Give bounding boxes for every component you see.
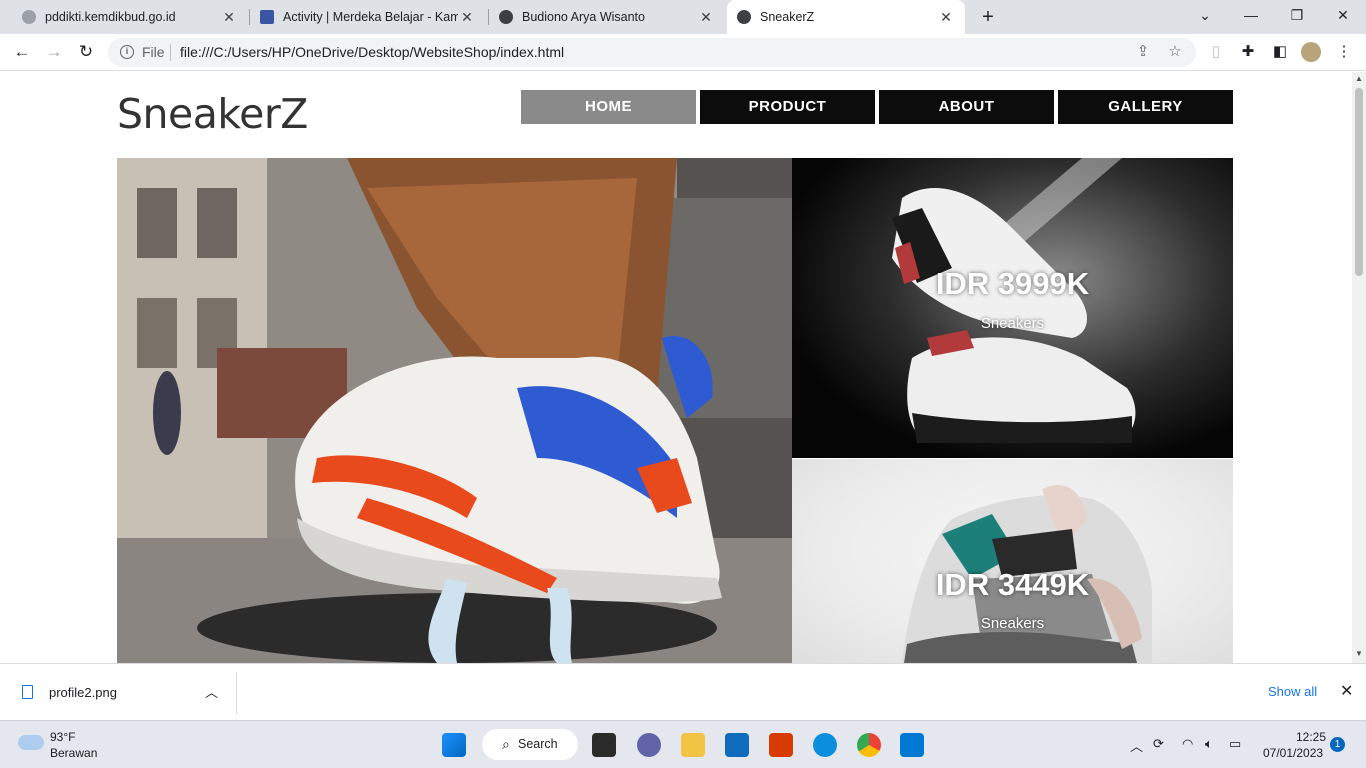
- download-divider: [236, 672, 237, 714]
- product-card[interactable]: IDR 3999K Sneakers: [792, 158, 1233, 458]
- browser-tab-strip: pddikti.kemdikbud.go.id ✕ Activity | Mer…: [0, 0, 1366, 34]
- menu-kebab-icon[interactable]: ⋮: [1334, 42, 1354, 62]
- close-tab-icon[interactable]: ✕: [220, 9, 238, 26]
- windows-taskbar: 93°F Berawan ⌕ Search ︿ ⟳ ◠ 🔈︎ ▭ 12:25 0…: [0, 720, 1366, 768]
- tab-budiono[interactable]: Budiono Arya Wisanto ✕: [489, 0, 725, 34]
- hero-sneaker-illustration: [117, 158, 792, 663]
- site-logo[interactable]: SneakerZ: [117, 90, 308, 138]
- tab-search-chevron-icon[interactable]: ⌄: [1182, 0, 1228, 30]
- back-arrow-icon[interactable]: ←: [10, 40, 34, 64]
- extensions-puzzle-icon[interactable]: ✚: [1238, 42, 1258, 62]
- product-image: [902, 484, 1152, 663]
- product-card[interactable]: IDR 3449K Sneakers: [792, 459, 1233, 663]
- globe-icon: [22, 10, 36, 24]
- close-window-icon[interactable]: ✕: [1320, 0, 1366, 30]
- close-tab-icon[interactable]: ✕: [937, 9, 955, 26]
- tab-sneakerz[interactable]: SneakerZ ✕: [727, 0, 965, 34]
- wifi-icon[interactable]: ◠: [1182, 736, 1193, 752]
- share-icon[interactable]: ⇪: [1134, 43, 1152, 61]
- product-image: [892, 158, 1136, 443]
- chevron-up-icon[interactable]: ︿: [205, 682, 218, 701]
- tab-merdeka-belajar[interactable]: Activity | Merdeka Belajar - Kamp ✕: [250, 0, 486, 34]
- clock-time[interactable]: 12:25: [1296, 730, 1326, 744]
- page-content: SneakerZ HOME PRODUCT ABOUT GALLERY IDR …: [0, 72, 1352, 663]
- address-divider: [170, 44, 171, 61]
- tab-title: pddikti.kemdikbud.go.id: [45, 10, 176, 24]
- site-info-icon[interactable]: i: [120, 45, 134, 59]
- kampus-merdeka-icon: [260, 10, 274, 24]
- edge-icon[interactable]: [813, 733, 837, 757]
- page-scrollbar[interactable]: ▲ ▼: [1352, 72, 1366, 663]
- teams-chat-icon[interactable]: [637, 733, 661, 757]
- cloud-icon[interactable]: [18, 735, 44, 750]
- url-text[interactable]: file:///C:/Users/HP/OneDrive/Desktop/Web…: [180, 44, 564, 60]
- scroll-down-arrow-icon[interactable]: ▼: [1355, 649, 1363, 658]
- weather-condition[interactable]: Berawan: [50, 746, 97, 760]
- side-panel-icon[interactable]: ◧: [1270, 42, 1290, 62]
- nav-home[interactable]: HOME: [521, 90, 696, 124]
- tab-title: SneakerZ: [760, 10, 815, 24]
- close-download-bar-icon[interactable]: ✕: [1340, 681, 1353, 701]
- close-tab-icon[interactable]: ✕: [458, 9, 476, 26]
- file-explorer-icon[interactable]: [681, 733, 705, 757]
- minimize-icon[interactable]: —: [1228, 0, 1274, 30]
- globe-icon: [499, 10, 513, 24]
- browser-toolbar: ← → ↻ i File file:///C:/Users/HP/OneDriv…: [0, 34, 1366, 71]
- close-tab-icon[interactable]: ✕: [697, 9, 715, 26]
- weather-temperature[interactable]: 93°F: [50, 730, 75, 744]
- office-icon[interactable]: [769, 733, 793, 757]
- file-icon: [22, 685, 33, 699]
- scroll-up-arrow-icon[interactable]: ▲: [1355, 74, 1363, 83]
- sync-icon[interactable]: ⟳: [1153, 736, 1164, 752]
- hero-image: [117, 158, 792, 663]
- notification-badge[interactable]: 1: [1330, 737, 1345, 752]
- profile-avatar[interactable]: [1301, 42, 1321, 62]
- download-bar: profile2.png ︿ Show all ✕: [0, 663, 1366, 720]
- download-file-name[interactable]: profile2.png: [49, 685, 117, 700]
- scheme-label: File: [142, 44, 165, 60]
- search-icon: ⌕: [502, 736, 510, 752]
- mail-icon[interactable]: [725, 733, 749, 757]
- clock-date[interactable]: 07/01/2023: [1263, 746, 1323, 760]
- tab-title: Budiono Arya Wisanto: [522, 10, 645, 24]
- globe-icon: [737, 10, 751, 24]
- task-view-icon[interactable]: [592, 733, 616, 757]
- start-windows-icon[interactable]: [442, 733, 466, 757]
- taskbar-search[interactable]: ⌕ Search: [482, 729, 578, 760]
- reading-mode-icon[interactable]: ▯: [1206, 42, 1226, 62]
- product-price: IDR 3449K: [935, 567, 1090, 602]
- nav-about[interactable]: ABOUT: [879, 90, 1054, 124]
- volume-icon[interactable]: 🔈︎: [1205, 736, 1213, 752]
- show-all-downloads-link[interactable]: Show all: [1268, 684, 1317, 699]
- tab-pddikti[interactable]: pddikti.kemdikbud.go.id ✕: [12, 0, 248, 34]
- product-type: Sneakers: [980, 615, 1045, 632]
- maximize-icon[interactable]: ❐: [1274, 0, 1320, 30]
- taskbar-search-label: Search: [518, 737, 558, 751]
- bookmark-star-icon[interactable]: ☆: [1166, 43, 1184, 61]
- forward-arrow-icon[interactable]: →: [42, 40, 66, 64]
- reload-icon[interactable]: ↻: [74, 40, 98, 64]
- scrollbar-thumb[interactable]: [1355, 88, 1363, 276]
- vscode-icon[interactable]: [900, 733, 924, 757]
- address-bar[interactable]: i File file:///C:/Users/HP/OneDrive/Desk…: [108, 38, 1196, 67]
- tab-title: Activity | Merdeka Belajar - Kamp: [283, 10, 458, 24]
- nav-product[interactable]: PRODUCT: [700, 90, 875, 124]
- show-hidden-icons-chevron-icon[interactable]: ︿: [1130, 736, 1143, 755]
- new-tab-button[interactable]: +: [976, 4, 1000, 30]
- product-price: IDR 3999K: [935, 266, 1090, 301]
- nav-gallery[interactable]: GALLERY: [1058, 90, 1233, 124]
- product-type: Sneakers: [980, 315, 1045, 332]
- battery-icon[interactable]: ▭: [1229, 736, 1241, 752]
- chrome-icon[interactable]: [857, 733, 881, 757]
